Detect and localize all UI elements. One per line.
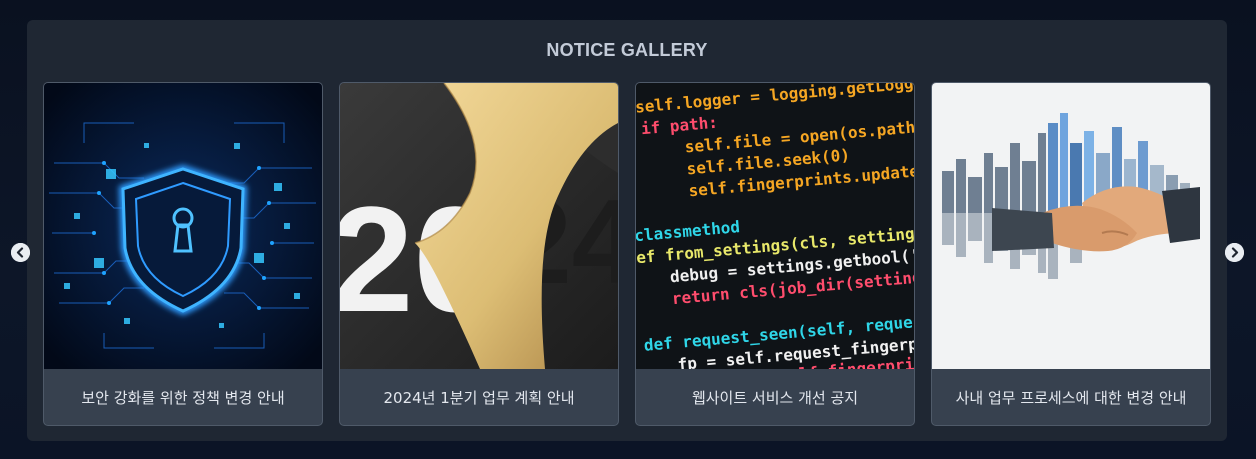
gallery-next-button[interactable]	[1225, 243, 1244, 262]
gallery-prev-button[interactable]	[11, 243, 30, 262]
chevron-right-icon	[1225, 243, 1244, 262]
gallery-card-3[interactable]: self.logger = logging.getLogger if path:…	[635, 82, 915, 426]
chevron-left-icon	[11, 243, 30, 262]
gallery-card-caption[interactable]: 2024년 1분기 업무 계획 안내	[340, 369, 618, 425]
handshake-city-image[interactable]	[932, 83, 1210, 369]
gallery-card-1[interactable]: 보안 강화를 위한 정책 변경 안내	[43, 82, 323, 426]
code-editor-image[interactable]: self.logger = logging.getLogger if path:…	[636, 83, 914, 369]
gallery-card-caption[interactable]: 웹사이트 서비스 개선 공지	[636, 369, 914, 425]
gallery-card-4[interactable]: 사내 업무 프로세스에 대한 변경 안내	[931, 82, 1211, 426]
gallery-card-caption[interactable]: 보안 강화를 위한 정책 변경 안내	[44, 369, 322, 425]
year-2024-image[interactable]: 20 24	[340, 83, 618, 369]
gallery-title: NOTICE GALLERY	[546, 40, 708, 60]
gallery-card-caption[interactable]: 사내 업무 프로세스에 대한 변경 안내	[932, 369, 1210, 425]
gallery-card-2[interactable]: 20 24 2024년 1분기 업무 계획 안내	[339, 82, 619, 426]
security-shield-image[interactable]	[44, 83, 322, 369]
notice-gallery: NOTICE GALLERY 보안 강화를 위한 정책 변경 안내 20 202…	[27, 20, 1227, 441]
